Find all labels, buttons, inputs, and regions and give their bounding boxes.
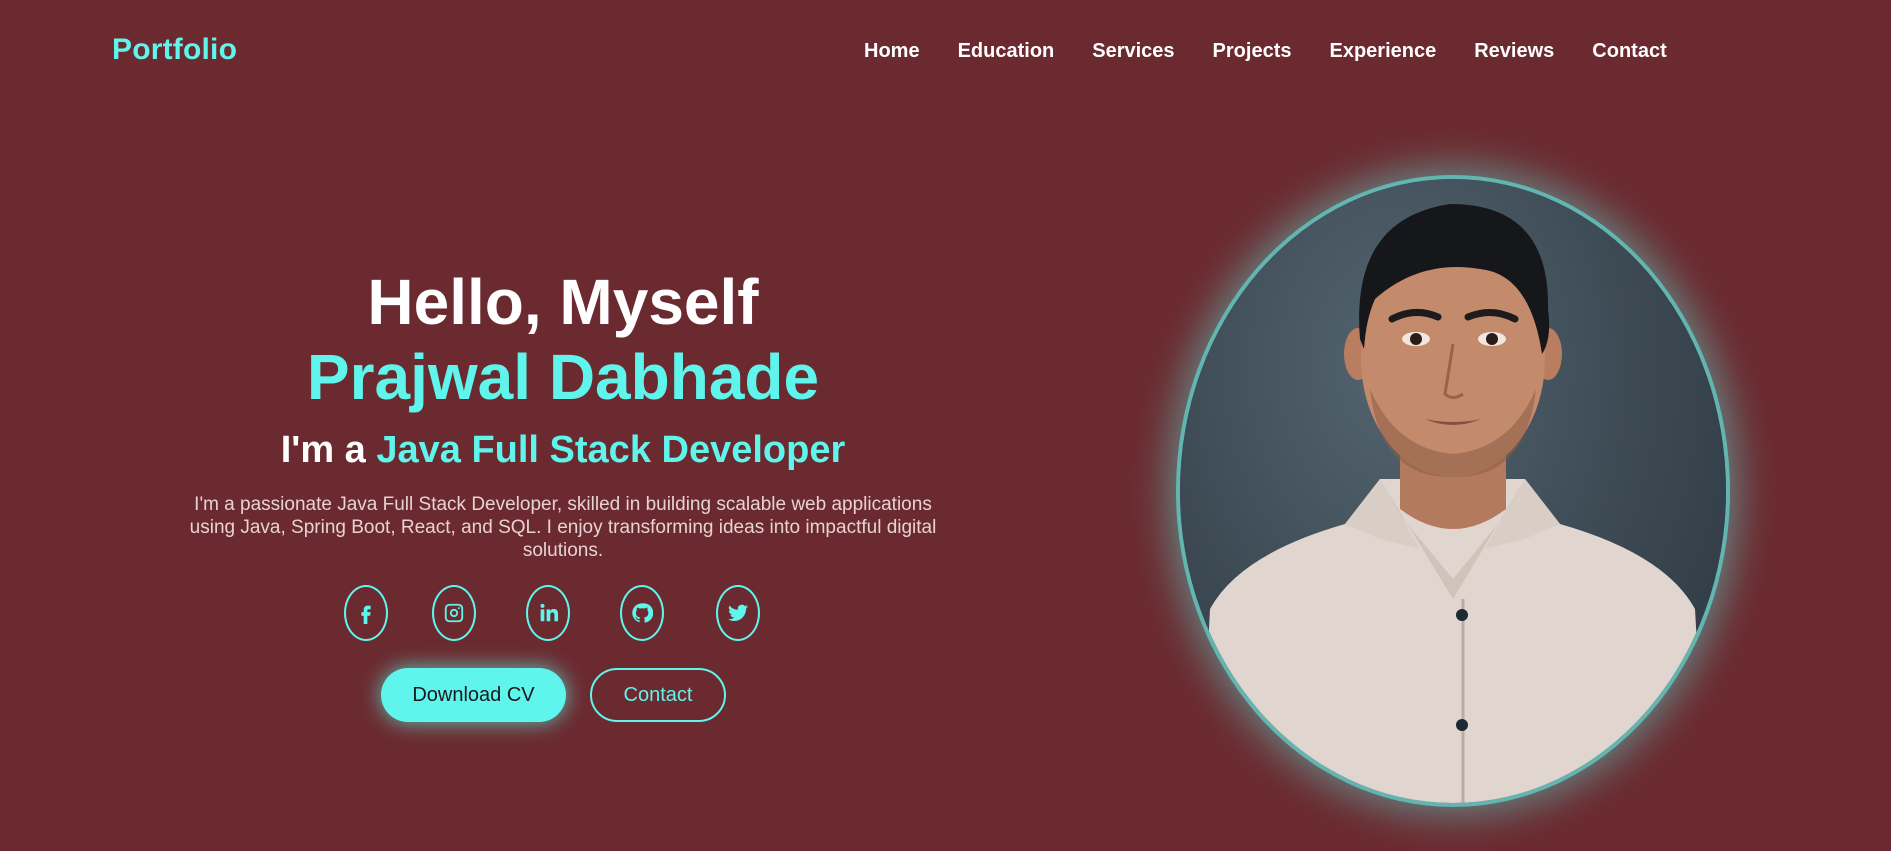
page: Portfolio Home Education Services Projec… xyxy=(0,0,1891,851)
person-illustration xyxy=(1200,204,1706,803)
role-prefix: I'm a xyxy=(280,429,366,471)
nav-education[interactable]: Education xyxy=(958,40,1055,63)
greeting: Hello, Myself xyxy=(367,266,759,338)
nav-reviews[interactable]: Reviews xyxy=(1474,40,1554,63)
github-icon[interactable] xyxy=(620,585,664,641)
nav-experience[interactable]: Experience xyxy=(1329,40,1436,63)
nav-contact[interactable]: Contact xyxy=(1592,40,1666,63)
instagram-icon[interactable] xyxy=(432,585,476,641)
role-title: Java Full Stack Developer xyxy=(376,429,846,471)
hero-role: I'm a Java Full Stack Developer xyxy=(163,426,963,474)
twitter-icon[interactable] xyxy=(716,585,760,641)
download-cv-button[interactable]: Download CV xyxy=(381,668,566,722)
main-nav: Home Education Services Projects Experie… xyxy=(864,40,1705,63)
hero-description: I'm a passionate Java Full Stack Develop… xyxy=(189,494,937,561)
profile-photo xyxy=(1180,179,1726,803)
nav-home[interactable]: Home xyxy=(864,40,920,63)
logo[interactable]: Portfolio xyxy=(112,33,237,67)
nav-services[interactable]: Services xyxy=(1092,40,1174,63)
hero-name: Prajwal Dabhade xyxy=(306,341,820,413)
contact-button[interactable]: Contact xyxy=(590,668,726,722)
nav-projects[interactable]: Projects xyxy=(1213,40,1292,63)
linkedin-icon[interactable] xyxy=(526,585,570,641)
hero-text: Hello, Myself Prajwal Dabhade I'm a Java… xyxy=(163,262,963,562)
facebook-icon[interactable] xyxy=(344,585,388,641)
